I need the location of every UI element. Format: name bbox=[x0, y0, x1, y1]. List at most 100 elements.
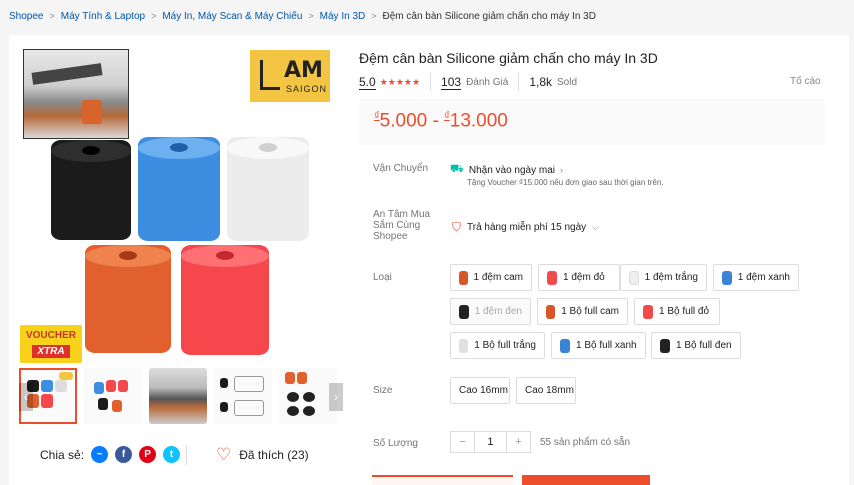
shipping-voucher-note: Tặng Voucher ₫15.000 nếu đơn giao sau th… bbox=[467, 178, 664, 187]
messenger-icon[interactable]: ~ bbox=[91, 446, 109, 463]
variant-label-text: 1 Bộ full trắng bbox=[474, 340, 536, 351]
assurance-label: An Tâm Mua Sắm Cùng Shopee bbox=[373, 209, 431, 242]
variant-label-text: 1 đệm trắng bbox=[644, 272, 698, 283]
variant-bo-full-den[interactable]: 1 Bộ full đen bbox=[651, 332, 741, 359]
share-label: Chia sẻ: bbox=[40, 447, 85, 462]
thumbnail-4[interactable] bbox=[214, 368, 272, 424]
product-card: AM SAIGON VOUCHER XTRA ‹ › Chia sẻ: ~ f … bbox=[9, 35, 849, 485]
white-pad bbox=[227, 137, 309, 241]
variant-1-dem-den[interactable]: 1 đệm đen bbox=[450, 298, 531, 325]
report-link[interactable]: Tố cáo bbox=[790, 76, 821, 87]
variant-label-text: 1 Bộ full đen bbox=[676, 340, 732, 351]
assurance-dropdown[interactable]: ⛉ Trả hàng miễn phí 15 ngày ⌵ bbox=[452, 220, 599, 235]
voucher-label: VOUCHER bbox=[25, 330, 76, 341]
variant-label: Loại bbox=[373, 272, 392, 283]
chevron-right-icon: > bbox=[308, 11, 314, 21]
breadcrumb-laptop[interactable]: Máy Tính & Laptop bbox=[61, 11, 145, 22]
chevron-left-icon[interactable]: ‹ bbox=[19, 383, 33, 411]
chevron-right-icon: > bbox=[151, 11, 157, 21]
breadcrumb: Shopee > Máy Tính & Laptop > Máy In, Máy… bbox=[9, 8, 596, 24]
chevron-down-icon: ⌵ bbox=[592, 222, 599, 232]
rating-value[interactable]: 5.0 bbox=[359, 75, 376, 90]
variant-bo-full-cam[interactable]: 1 Bộ full cam bbox=[537, 298, 628, 325]
size-18mm[interactable]: Cao 18mm bbox=[516, 377, 576, 404]
shipping-label: Vận Chuyển bbox=[373, 163, 429, 174]
twitter-icon[interactable]: t bbox=[163, 446, 181, 463]
variant-label-text: 1 Bộ full đỏ bbox=[659, 306, 710, 317]
quantity-increase-button[interactable]: + bbox=[507, 432, 530, 452]
chevron-right-icon[interactable]: › bbox=[329, 383, 343, 411]
breadcrumb-3d-printers[interactable]: Máy In 3D bbox=[320, 11, 366, 22]
pinterest-icon[interactable]: P bbox=[139, 446, 157, 463]
variant-label-text: 1 đệm xanh bbox=[737, 272, 790, 283]
blue-pad bbox=[138, 137, 220, 241]
logo-text: AM bbox=[284, 58, 323, 83]
price-low: 5.000 bbox=[379, 110, 428, 132]
variant-bo-full-trang[interactable]: 1 Bộ full trắng bbox=[450, 332, 545, 359]
main-product-image[interactable]: AM SAIGON VOUCHER XTRA bbox=[19, 45, 343, 369]
divider bbox=[430, 73, 432, 91]
quantity-stepper: − 1 + bbox=[450, 431, 531, 453]
sold-label: Sold bbox=[557, 76, 578, 88]
swatch bbox=[546, 304, 556, 319]
size-option-text: Cao 18mm bbox=[525, 385, 574, 396]
variant-label-text: 1 đệm đỏ bbox=[563, 272, 605, 283]
share-bar: Chia sẻ: ~ f P t bbox=[40, 446, 181, 463]
variant-label-text: 1 Bộ full cam bbox=[561, 306, 619, 317]
breadcrumb-shopee[interactable]: Shopee bbox=[9, 11, 43, 22]
rating-bar: 5.0 ★★★★★ 103 Đánh Giá 1,8k Sold bbox=[359, 73, 819, 91]
stock-available: 55 sản phẩm có sẵn bbox=[540, 437, 631, 448]
swatch bbox=[459, 338, 469, 353]
variant-bo-full-do[interactable]: 1 Bộ full đỏ bbox=[634, 298, 720, 325]
facebook-icon[interactable]: f bbox=[115, 446, 133, 463]
variant-1-dem-xanh[interactable]: 1 đệm xanh bbox=[713, 264, 799, 291]
thumbnail-strip: ‹ › bbox=[19, 368, 343, 424]
red-pad bbox=[181, 245, 269, 355]
swatch bbox=[722, 270, 732, 285]
variant-label-text: 1 Bộ full xanh bbox=[576, 340, 637, 351]
price-range: ₫5.000 - ₫13.000 bbox=[374, 110, 508, 132]
reviews-label: Đánh Giá bbox=[466, 76, 509, 88]
thumbnail-2[interactable] bbox=[84, 368, 142, 424]
divider bbox=[186, 445, 187, 465]
chevron-right-icon: > bbox=[49, 11, 55, 21]
size-option-text: Cao 16mm bbox=[459, 385, 508, 396]
chevron-right-icon: › bbox=[560, 165, 564, 175]
black-pad bbox=[51, 140, 131, 240]
voucher-xtra-badge: VOUCHER XTRA bbox=[20, 325, 82, 363]
breadcrumb-printers[interactable]: Máy In, Máy Scan & Máy Chiếu bbox=[162, 11, 302, 22]
divider bbox=[518, 73, 520, 91]
like-button[interactable]: ♡ Đã thích (23) bbox=[216, 446, 309, 463]
variant-label-text: 1 đệm đen bbox=[474, 306, 522, 317]
swatch bbox=[459, 304, 469, 319]
heart-icon: ♡ bbox=[216, 445, 232, 464]
truck-icon: ⛟ bbox=[450, 163, 464, 175]
sold-count: 1,8k bbox=[529, 75, 552, 89]
variant-1-dem-cam[interactable]: 1 đệm cam bbox=[450, 264, 532, 291]
reviews-count[interactable]: 103 bbox=[441, 75, 462, 90]
variant-label-text: 1 đệm cam bbox=[473, 272, 523, 283]
swatch bbox=[560, 338, 570, 353]
price-box: ₫5.000 - ₫13.000 bbox=[359, 99, 825, 145]
price-high: 13.000 bbox=[449, 110, 508, 132]
shipping-info[interactable]: ⛟ Nhận vào ngày mai › bbox=[450, 163, 563, 177]
like-label: Đã thích (23) bbox=[239, 447, 309, 462]
logo-subtext: SAIGON bbox=[286, 84, 328, 94]
star-rating-icon: ★★★★★ bbox=[379, 76, 421, 87]
thumbnail-3[interactable] bbox=[149, 368, 207, 424]
quantity-input[interactable]: 1 bbox=[474, 432, 507, 452]
swatch bbox=[629, 270, 639, 285]
chevron-right-icon: > bbox=[371, 11, 377, 21]
assurance-value: Trả hàng miễn phí 15 ngày bbox=[467, 222, 587, 233]
variant-1-dem-trang[interactable]: 1 đệm trắng bbox=[620, 264, 707, 291]
size-16mm[interactable]: Cao 16mm bbox=[450, 377, 510, 404]
breadcrumb-current: Đệm cân bàn Silicone giảm chấn cho máy I… bbox=[382, 10, 596, 22]
variant-bo-full-xanh[interactable]: 1 Bộ full xanh bbox=[551, 332, 646, 359]
quantity-decrease-button[interactable]: − bbox=[451, 432, 474, 452]
size-label: Size bbox=[373, 385, 393, 396]
variant-1-dem-do[interactable]: 1 đệm đỏ bbox=[538, 264, 620, 291]
swatch bbox=[643, 304, 653, 319]
swatch bbox=[660, 338, 670, 353]
printer-detail-image bbox=[23, 49, 129, 139]
swatch bbox=[459, 270, 468, 285]
